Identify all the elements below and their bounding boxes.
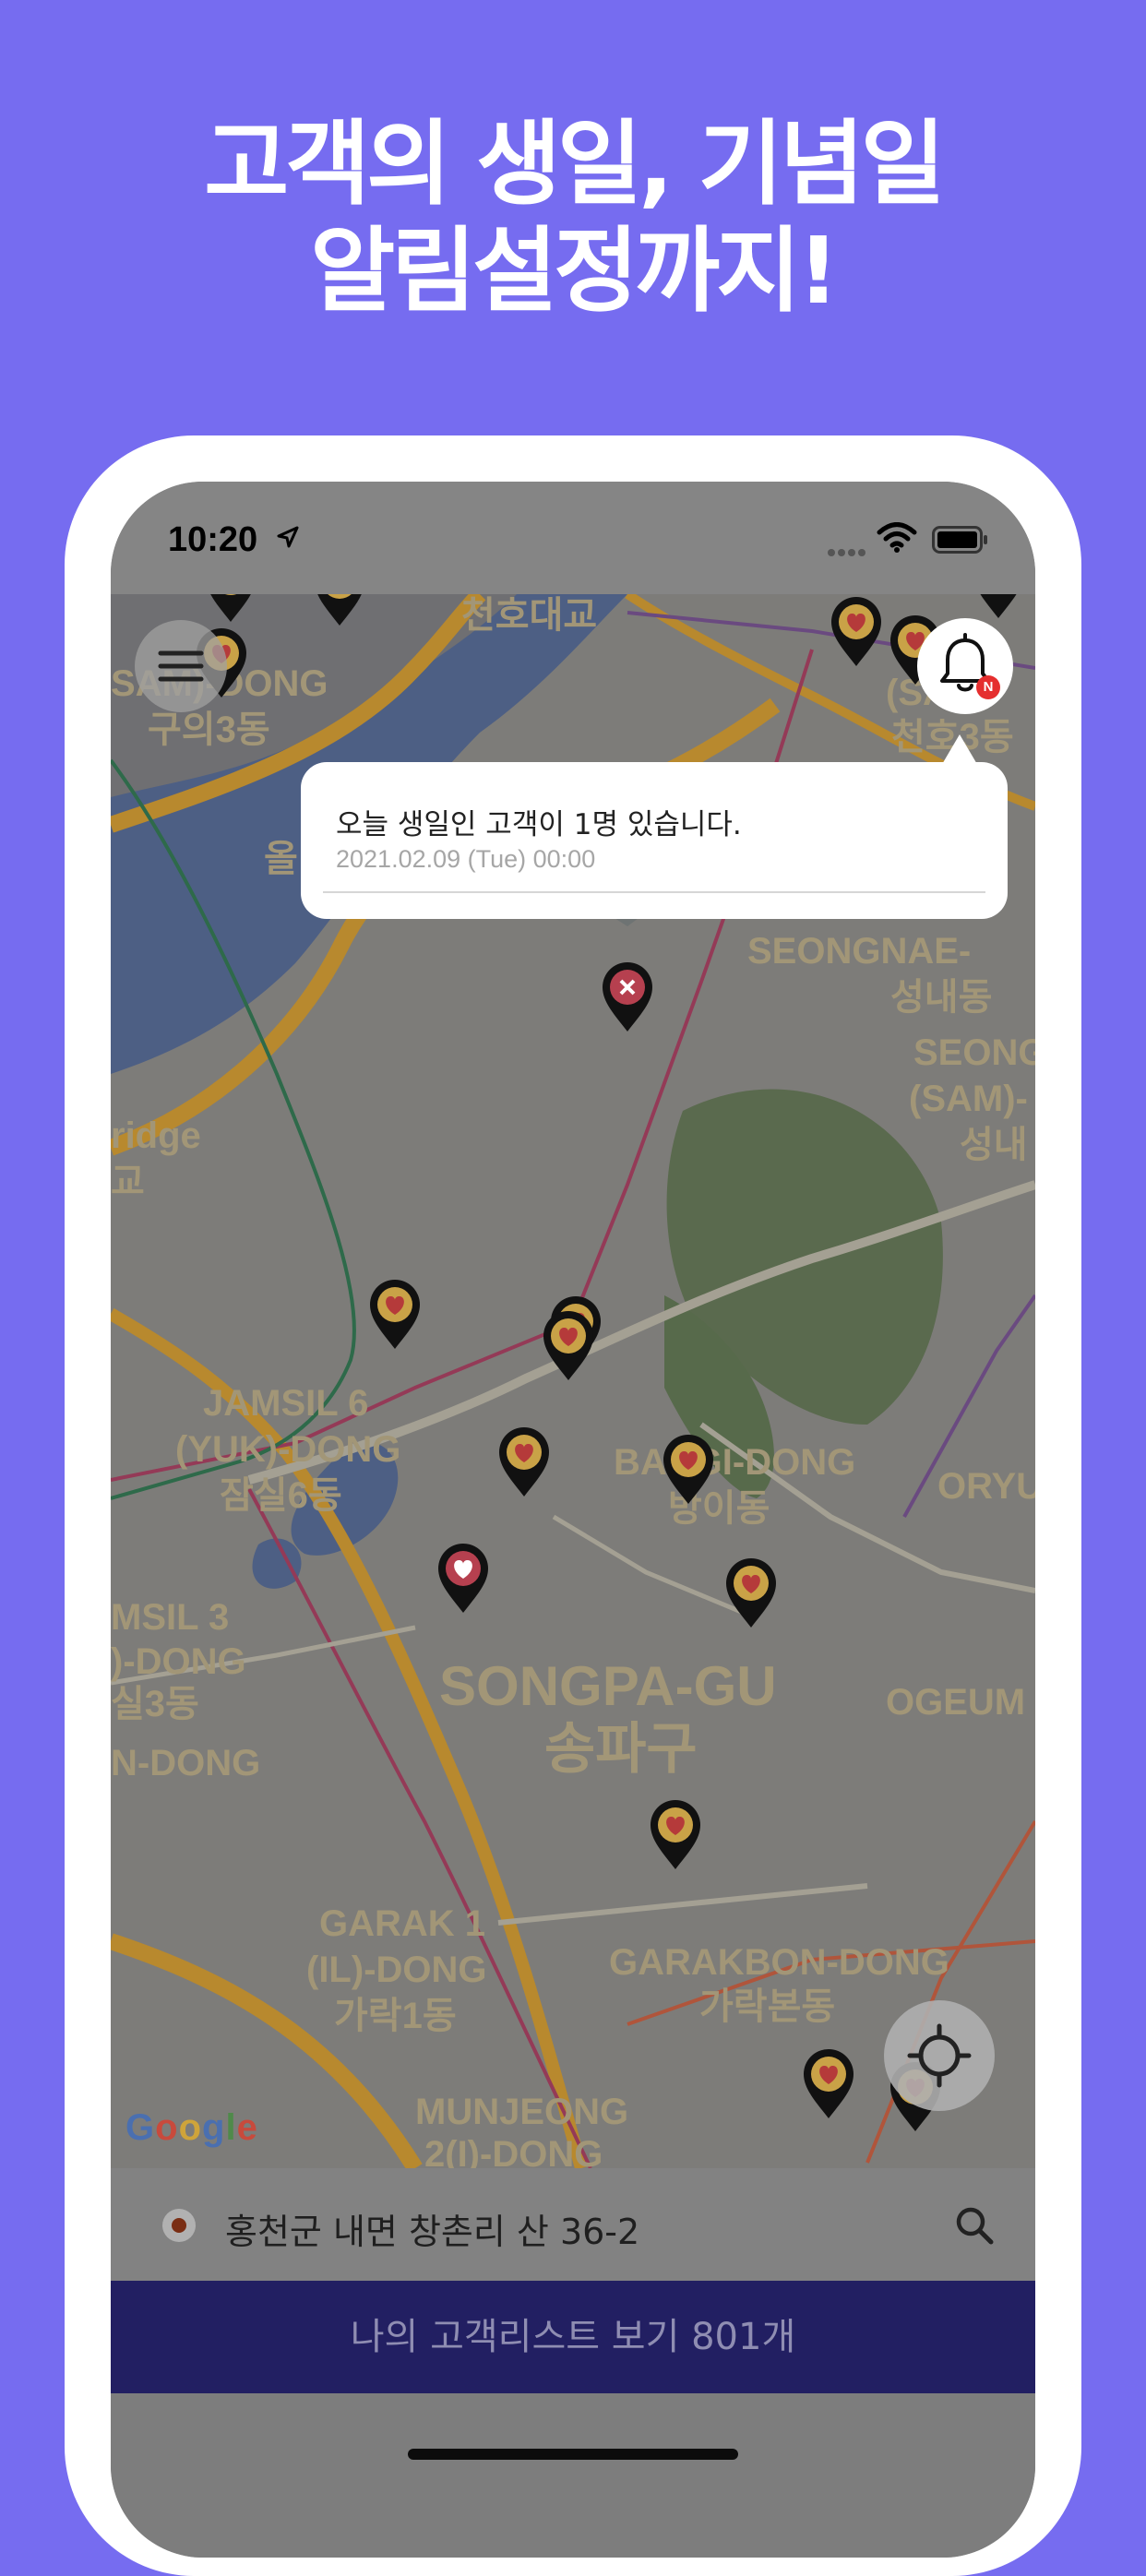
notification-button[interactable]: N [917,618,1013,714]
address-bar[interactable]: 홍천군 내면 창촌리 산 36-2 [111,2168,1035,2281]
google-logo: Google [125,2107,258,2148]
search-icon[interactable] [954,2205,995,2246]
customer-marker[interactable] [601,960,654,1033]
headline: 고객의 생일, 기념일 알림설정까지! [0,111,1146,325]
signal-dots-icon [828,549,865,556]
customer-marker[interactable] [663,1435,713,1504]
current-address: 홍천군 내면 창촌리 산 36-2 [225,2212,640,2252]
customer-marker[interactable] [206,594,256,622]
customer-marker[interactable] [370,1280,420,1349]
notification-date: 2021.02.09 (Tue) 00:00 [336,845,596,873]
location-arrow-icon [277,526,299,548]
crosshair-icon [907,2023,972,2088]
notification-message: 오늘 생일인 고객이 1명 있습니다. [336,808,742,841]
customer-marker[interactable] [726,1558,776,1628]
notification-tail [941,734,978,766]
customer-marker[interactable] [651,1800,700,1869]
hamburger-menu-icon [158,650,204,682]
new-badge: N [976,675,1000,699]
customer-marker[interactable] [543,1311,593,1380]
customer-marker[interactable] [315,594,364,626]
customer-marker[interactable] [973,594,1023,618]
headline-line-1: 고객의 생일, 기념일 [204,110,946,218]
phone-screen: 10:20 천호대교 구의3동 천호3동 올 SEONGNAE- 성내동 SEO… [111,482,1035,2558]
customer-marker[interactable] [499,1427,549,1497]
status-time: 10:20 [168,520,258,559]
customer-marker[interactable] [831,597,881,666]
map-view[interactable]: 천호대교 SAM)-DONG 구의3동 (SAM 천호3동 올 SEONGNAE… [111,594,1035,2168]
wifi-icon [877,522,917,553]
bottom-safe-area [111,2393,1035,2558]
customer-marker[interactable] [804,2049,854,2118]
headline-line-2: 알림설정까지! [310,217,840,325]
battery-icon [932,526,987,554]
menu-button[interactable] [135,620,227,712]
bell-icon [940,633,990,692]
notification-popover[interactable]: 오늘 생일인 고객이 1명 있습니다. 2021.02.09 (Tue) 00:… [301,762,1008,919]
status-bar: 10:20 [111,482,1035,594]
location-dot-icon [162,2209,196,2242]
customer-list-button[interactable]: 나의 고객리스트 보기 801개 [111,2281,1035,2393]
customer-marker[interactable] [438,1544,488,1613]
home-indicator[interactable] [408,2449,738,2460]
divider [323,891,985,893]
current-location-button[interactable] [884,2000,995,2111]
